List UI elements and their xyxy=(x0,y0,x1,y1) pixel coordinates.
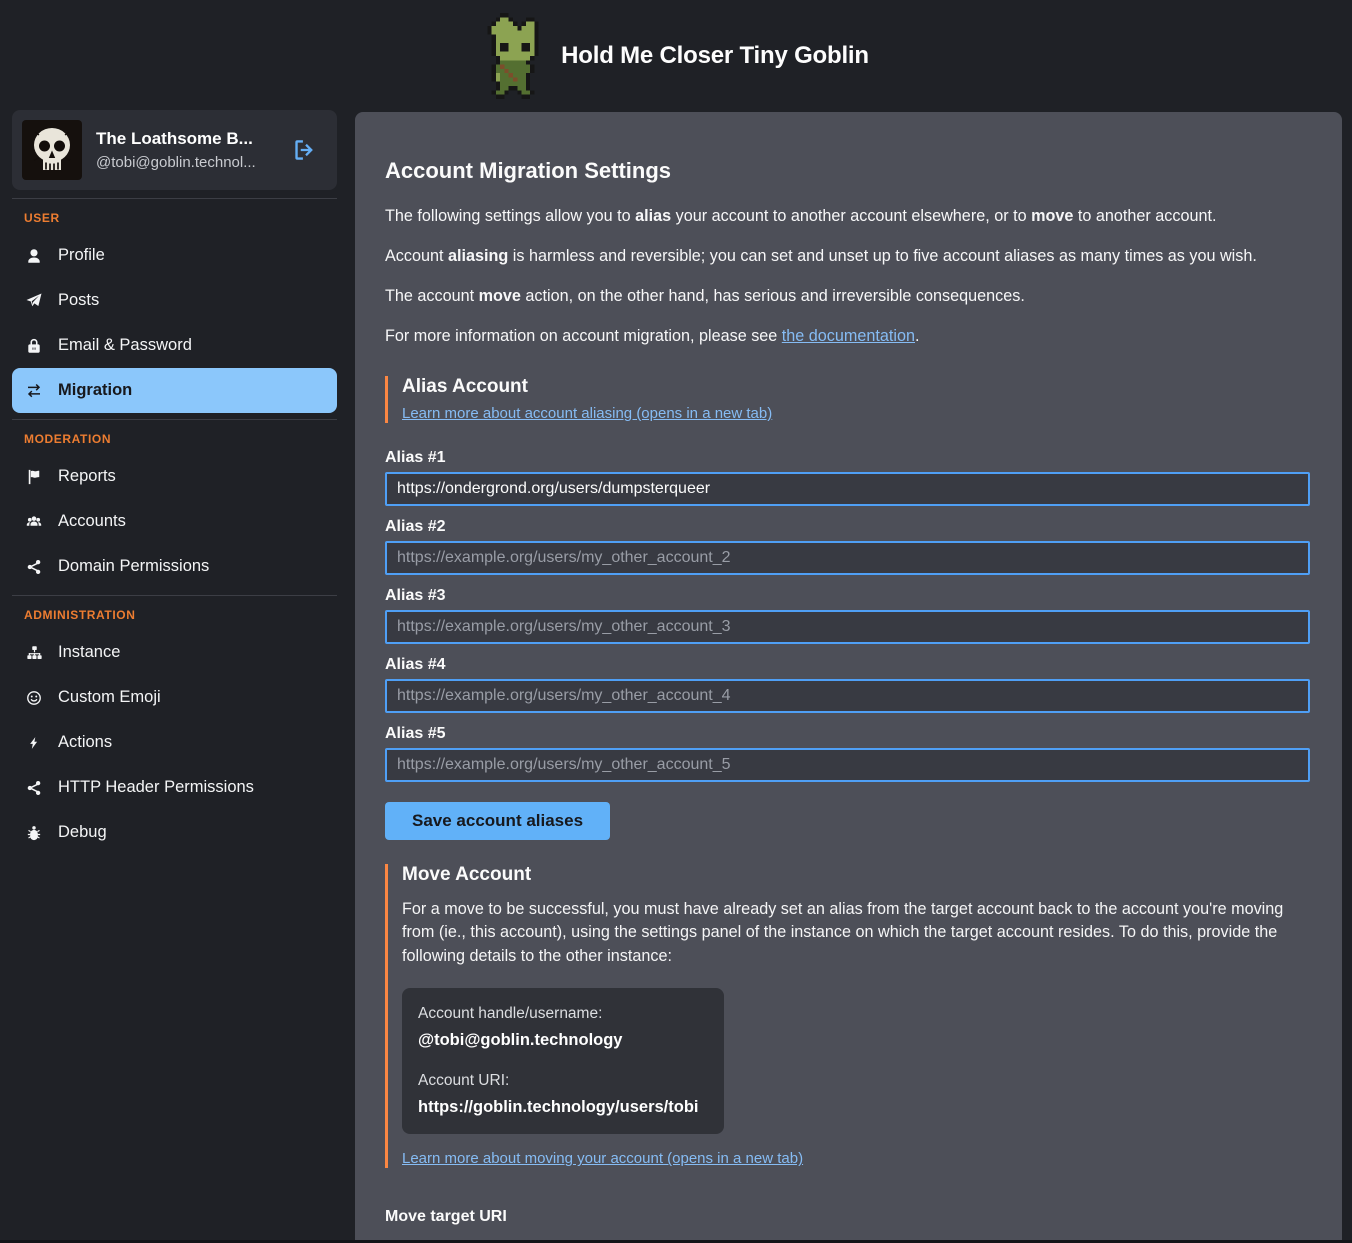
move-account-docs: Move Account For a move to be successful… xyxy=(385,864,1310,1168)
smiley-icon xyxy=(24,689,44,707)
account-handle-label: Account handle/username: xyxy=(418,1005,708,1023)
move-account-heading: Move Account xyxy=(402,864,1310,886)
account-handle-value: @tobi@goblin.technology xyxy=(418,1031,708,1050)
nav-section-administration: ADMINISTRATION Instance Custom Emoji Act… xyxy=(12,595,337,855)
sidebar-item-http-header-permissions[interactable]: HTTP Header Permissions xyxy=(12,765,337,810)
app-title: Hold Me Closer Tiny Goblin xyxy=(561,42,869,70)
inline-link[interactable]: the documentation xyxy=(782,327,915,345)
account-handle-pair: Account handle/username: @tobi@goblin.te… xyxy=(418,1005,708,1050)
skull-avatar xyxy=(22,120,82,180)
nav-section-label-user: USER xyxy=(12,211,337,225)
move-account-details-box: Account handle/username: @tobi@goblin.te… xyxy=(402,988,724,1134)
alias-2-label: Alias #2 xyxy=(385,518,1310,536)
sidebar-item-reports[interactable]: Reports xyxy=(12,454,337,499)
bolt-icon xyxy=(24,734,44,752)
user-meta: The Loathsome B... @tobi@goblin.technol.… xyxy=(96,129,273,171)
intro-paragraph: The account move action, on the other ha… xyxy=(385,285,1310,308)
alias-2-input[interactable] xyxy=(385,541,1310,575)
sidebar-item-migration[interactable]: Migration xyxy=(12,368,337,413)
user-handle: @tobi@goblin.technol... xyxy=(96,154,273,171)
alias-docs-link[interactable]: Learn more about account aliasing (opens… xyxy=(402,405,772,422)
sidebar-item-accounts[interactable]: Accounts xyxy=(12,499,337,544)
sitemap-icon xyxy=(24,644,44,662)
sign-out-icon xyxy=(291,137,317,163)
alias-account-docs: Alias Account Learn more about account a… xyxy=(385,376,1310,423)
alias-1-label: Alias #1 xyxy=(385,449,1310,467)
alias-fields: Alias #1 Alias #2 Alias #3 Alias #4 Alia… xyxy=(385,449,1310,794)
intro-paragraph: For more information on account migratio… xyxy=(385,325,1310,348)
account-uri-value: https://goblin.technology/users/tobi xyxy=(418,1098,708,1117)
paper-plane-icon xyxy=(24,292,44,310)
users-icon xyxy=(24,513,44,531)
alias-5-label: Alias #5 xyxy=(385,725,1310,743)
move-account-description: For a move to be successful, you must ha… xyxy=(402,898,1310,968)
intro-paragraph: The following settings allow you to alia… xyxy=(385,205,1310,228)
sidebar-item-profile[interactable]: Profile xyxy=(12,233,337,278)
alias-4-label: Alias #4 xyxy=(385,656,1310,674)
intro-paragraph: Account aliasing is harmless and reversi… xyxy=(385,245,1310,268)
sign-out-button[interactable] xyxy=(287,133,321,167)
alias-account-section: Alias Account Learn more about account a… xyxy=(385,376,1310,840)
alias-4-input[interactable] xyxy=(385,679,1310,713)
nav-section-user: USER Profile Posts Email & Password xyxy=(12,198,337,413)
sidebar-item-email-password[interactable]: Email & Password xyxy=(12,323,337,368)
bug-icon xyxy=(24,824,44,842)
main-panel: Account Migration Settings The following… xyxy=(355,112,1342,1243)
sidebar-item-domain-permissions[interactable]: Domain Permissions xyxy=(12,544,337,589)
nav-section-label-administration: ADMINISTRATION xyxy=(12,608,337,622)
header: Hold Me Closer Tiny Goblin xyxy=(0,0,1352,112)
goblin-logo-icon xyxy=(483,13,543,99)
page-title: Account Migration Settings xyxy=(385,158,1310,184)
account-uri-pair: Account URI: https://goblin.technology/u… xyxy=(418,1072,708,1117)
alias-1-input[interactable] xyxy=(385,472,1310,506)
user-card: The Loathsome B... @tobi@goblin.technol.… xyxy=(12,110,337,190)
user-icon xyxy=(24,247,44,265)
sidebar-nav: USER Profile Posts Email & Password xyxy=(12,198,337,855)
sidebar-item-debug[interactable]: Debug xyxy=(12,810,337,855)
user-display-name: The Loathsome B... xyxy=(96,129,273,149)
nav-section-moderation: MODERATION Reports Accounts Domain Permi… xyxy=(12,419,337,589)
alias-3-input[interactable] xyxy=(385,610,1310,644)
move-docs-link[interactable]: Learn more about moving your account (op… xyxy=(402,1150,803,1167)
move-account-section: Move Account For a move to be successful… xyxy=(385,864,1310,1226)
sidebar-item-actions[interactable]: Actions xyxy=(12,720,337,765)
alias-account-heading: Alias Account xyxy=(402,376,1310,398)
alias-5-input[interactable] xyxy=(385,748,1310,782)
sidebar: The Loathsome B... @tobi@goblin.technol.… xyxy=(0,110,355,1243)
sidebar-item-custom-emoji[interactable]: Custom Emoji xyxy=(12,675,337,720)
account-uri-label: Account URI: xyxy=(418,1072,708,1090)
transfer-arrows-icon xyxy=(24,382,44,400)
save-account-aliases-button[interactable]: Save account aliases xyxy=(385,802,610,840)
sidebar-item-posts[interactable]: Posts xyxy=(12,278,337,323)
nav-section-label-moderation: MODERATION xyxy=(12,432,337,446)
sidebar-item-instance[interactable]: Instance xyxy=(12,630,337,675)
flag-icon xyxy=(24,468,44,486)
alias-3-label: Alias #3 xyxy=(385,587,1310,605)
lock-icon xyxy=(24,337,44,355)
share-nodes-icon xyxy=(24,779,44,797)
share-nodes-icon xyxy=(24,558,44,576)
move-target-uri-label: Move target URI xyxy=(385,1208,1310,1226)
